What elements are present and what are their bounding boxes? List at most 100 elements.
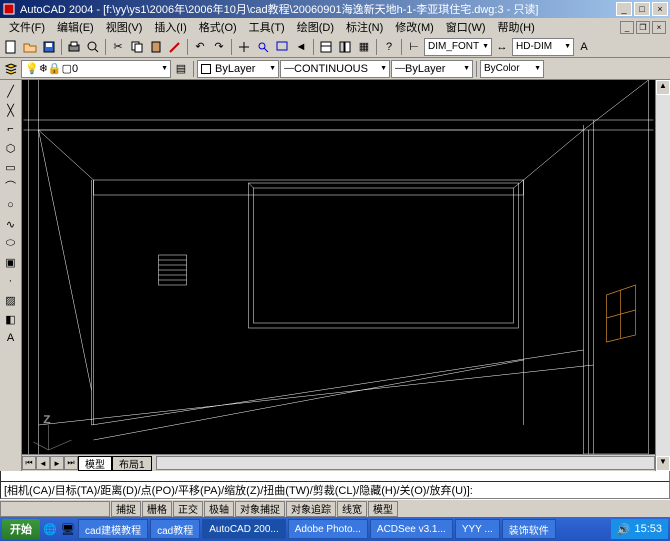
zoom-prev-icon[interactable]: ◄ bbox=[292, 38, 310, 56]
maximize-button[interactable]: □ bbox=[634, 2, 650, 16]
ellipse-icon[interactable]: ⬭ bbox=[2, 234, 20, 252]
doc-restore-button[interactable]: ❐ bbox=[636, 21, 650, 34]
close-button[interactable]: × bbox=[652, 2, 668, 16]
spline-icon[interactable]: ∿ bbox=[2, 215, 20, 233]
doc-close-button[interactable]: × bbox=[652, 21, 666, 34]
pan-icon[interactable] bbox=[235, 38, 253, 56]
app-icon bbox=[2, 2, 16, 16]
color-value: ByLayer bbox=[215, 63, 255, 75]
save-icon[interactable] bbox=[40, 38, 58, 56]
task-item[interactable]: cad建模教程 bbox=[78, 519, 148, 539]
standard-toolbar: ✂ ↶ ↷ ◄ ▦ ? ⊢ DIM_FONT ↔ HD-DIM A bbox=[0, 36, 670, 58]
open-icon[interactable] bbox=[21, 38, 39, 56]
menu-insert[interactable]: 插入(I) bbox=[149, 19, 191, 35]
preview-icon[interactable] bbox=[84, 38, 102, 56]
ql-ie-icon[interactable]: 🌐 bbox=[42, 521, 58, 537]
task-item[interactable]: cad教程 bbox=[150, 519, 200, 539]
lineweight-combo[interactable]: — ByLayer bbox=[391, 60, 473, 78]
drawing-canvas[interactable]: Z bbox=[22, 80, 655, 454]
arc-icon[interactable]: ⌒ bbox=[2, 177, 20, 195]
mtext-icon[interactable]: A bbox=[2, 329, 20, 347]
zoom-win-icon[interactable] bbox=[273, 38, 291, 56]
zoom-rt-icon[interactable] bbox=[254, 38, 272, 56]
polygon-icon[interactable]: ⬡ bbox=[2, 139, 20, 157]
start-button[interactable]: 开始 bbox=[2, 519, 40, 539]
cut-icon[interactable]: ✂ bbox=[109, 38, 127, 56]
task-item[interactable]: 装饰软件 bbox=[502, 519, 556, 539]
menu-edit[interactable]: 编辑(E) bbox=[52, 19, 99, 35]
ql-desktop-icon[interactable]: 🖥 bbox=[60, 521, 76, 537]
menu-bar: 文件(F) 编辑(E) 视图(V) 插入(I) 格式(O) 工具(T) 绘图(D… bbox=[0, 18, 670, 36]
redo-icon[interactable]: ↷ bbox=[210, 38, 228, 56]
text-icon[interactable]: A bbox=[575, 38, 593, 56]
system-tray[interactable]: 🔊 15:53 bbox=[611, 519, 668, 539]
tab-model[interactable]: 模型 bbox=[78, 456, 112, 471]
properties-icon[interactable] bbox=[317, 38, 335, 56]
windows-taskbar: 开始 🌐 🖥 cad建模教程 cad教程 AutoCAD 200... Adob… bbox=[0, 517, 670, 541]
menu-view[interactable]: 视图(V) bbox=[101, 19, 148, 35]
doc-minimize-button[interactable]: _ bbox=[620, 21, 634, 34]
clock: 15:53 bbox=[634, 523, 662, 535]
layout-tabbar: ⏮ ◄ ► ⏭ 模型 布局1 bbox=[22, 454, 655, 471]
status-bar: 捕捉 栅格 正交 极轴 对象捕捉 对象追踪 线宽 模型 bbox=[0, 499, 670, 517]
layer-combo[interactable]: 💡❄🔒▢ 0 bbox=[21, 60, 171, 78]
scroll-up-button[interactable]: ▲ bbox=[656, 80, 670, 95]
dimstyle-combo[interactable]: DIM_FONT bbox=[424, 38, 492, 56]
tpalette-icon[interactable]: ▦ bbox=[355, 38, 373, 56]
tab-layout1[interactable]: 布局1 bbox=[112, 456, 152, 471]
linetype-value: CONTINUOUS bbox=[294, 63, 368, 75]
menu-modify[interactable]: 修改(M) bbox=[390, 19, 439, 35]
task-item[interactable]: YYY ... bbox=[455, 519, 500, 539]
point-icon[interactable]: · bbox=[2, 272, 20, 290]
tab-next-button[interactable]: ► bbox=[50, 456, 64, 470]
layer-mgr-icon[interactable] bbox=[2, 60, 20, 78]
task-item[interactable]: Adobe Photo... bbox=[288, 519, 368, 539]
copy-icon[interactable] bbox=[128, 38, 146, 56]
paste-icon[interactable] bbox=[147, 38, 165, 56]
tab-prev-button[interactable]: ◄ bbox=[36, 456, 50, 470]
xline-icon[interactable]: ╳ bbox=[2, 101, 20, 119]
scroll-down-button[interactable]: ▼ bbox=[656, 456, 670, 471]
h-scrollbar[interactable] bbox=[156, 456, 655, 470]
undo-icon[interactable]: ↶ bbox=[191, 38, 209, 56]
match-icon[interactable] bbox=[166, 38, 184, 56]
menu-file[interactable]: 文件(F) bbox=[4, 19, 50, 35]
help-icon[interactable]: ? bbox=[380, 38, 398, 56]
menu-draw[interactable]: 绘图(D) bbox=[292, 19, 339, 35]
line-icon[interactable]: ╱ bbox=[2, 82, 20, 100]
hatch-icon[interactable]: ▨ bbox=[2, 291, 20, 309]
menu-tools[interactable]: 工具(T) bbox=[244, 19, 290, 35]
menu-window[interactable]: 窗口(W) bbox=[441, 19, 491, 35]
dim-update-icon[interactable]: ↔ bbox=[493, 38, 511, 56]
color-combo[interactable]: ByLayer bbox=[197, 60, 279, 78]
tab-first-button[interactable]: ⏮ bbox=[22, 456, 36, 470]
block-icon[interactable]: ▣ bbox=[2, 253, 20, 271]
new-icon[interactable] bbox=[2, 38, 20, 56]
print-icon[interactable] bbox=[65, 38, 83, 56]
menu-dim[interactable]: 标注(N) bbox=[341, 19, 388, 35]
rect-icon[interactable]: ▭ bbox=[2, 158, 20, 176]
pline-icon[interactable]: ⌐ bbox=[2, 120, 20, 138]
menu-help[interactable]: 帮助(H) bbox=[493, 19, 540, 35]
task-item[interactable]: ACDSee v3.1... bbox=[370, 519, 453, 539]
command-line[interactable]: [相机(CA)/目标(TA)/距离(D)/点(PO)/平移(PA)/缩放(Z)/… bbox=[0, 481, 670, 499]
textstyle-combo[interactable]: HD-DIM bbox=[512, 38, 574, 56]
task-item[interactable]: AutoCAD 200... bbox=[202, 519, 285, 539]
tray-icon[interactable]: 🔊 bbox=[617, 523, 631, 536]
minimize-button[interactable]: _ bbox=[616, 2, 632, 16]
ucs-z-label: Z bbox=[44, 414, 51, 426]
dcenter-icon[interactable] bbox=[336, 38, 354, 56]
command-history bbox=[0, 471, 670, 481]
lineweight-value: ByLayer bbox=[405, 63, 445, 75]
draw-toolbar: ╱ ╳ ⌐ ⬡ ▭ ⌒ ○ ∿ ⬭ ▣ · ▨ ◧ A bbox=[0, 80, 22, 471]
tab-last-button[interactable]: ⏭ bbox=[64, 456, 78, 470]
layer-prev-icon[interactable]: ▤ bbox=[172, 60, 190, 78]
menu-format[interactable]: 格式(O) bbox=[194, 19, 242, 35]
plot-color-combo[interactable]: ByColor bbox=[480, 60, 544, 78]
linetype-combo[interactable]: — CONTINUOUS bbox=[280, 60, 390, 78]
v-scrollbar[interactable]: ▲ ▼ bbox=[655, 80, 670, 471]
dim-icon[interactable]: ⊢ bbox=[405, 38, 423, 56]
circle-icon[interactable]: ○ bbox=[2, 196, 20, 214]
layer-value: 0 bbox=[72, 63, 78, 75]
region-icon[interactable]: ◧ bbox=[2, 310, 20, 328]
